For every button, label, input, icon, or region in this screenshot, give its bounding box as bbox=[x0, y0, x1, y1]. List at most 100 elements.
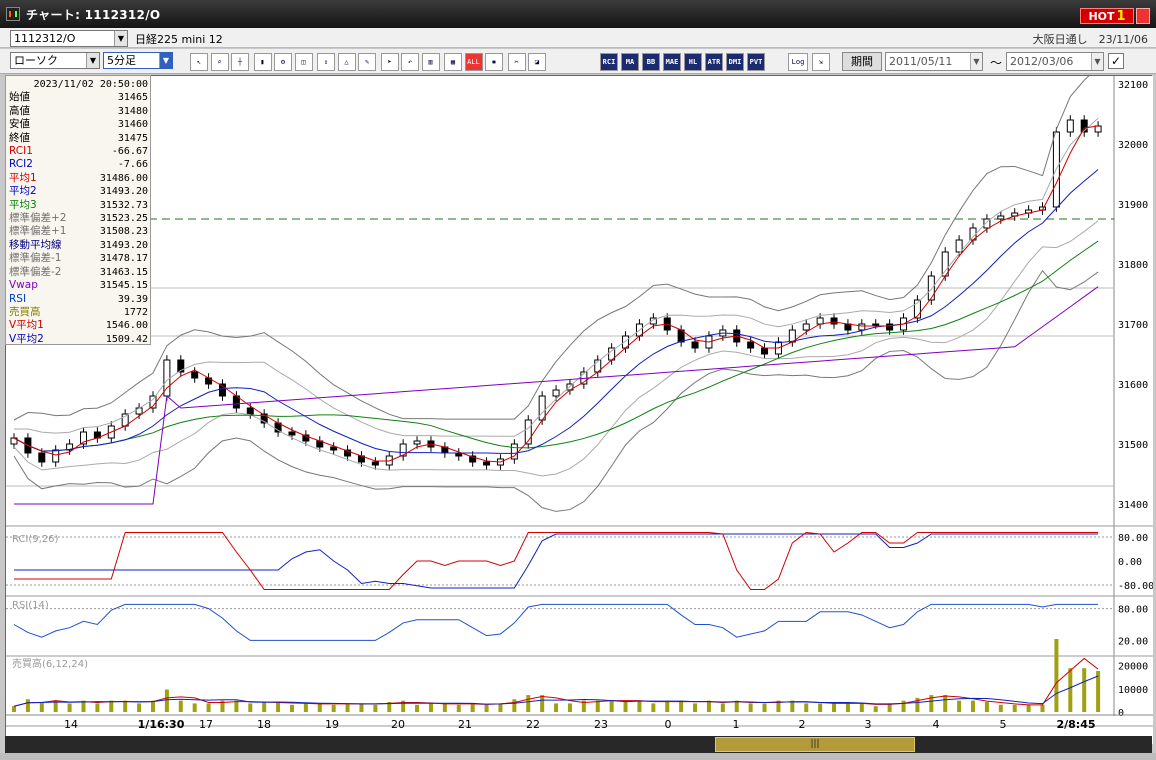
chart-app-icon bbox=[6, 7, 20, 21]
volume-bar bbox=[25, 699, 30, 712]
horizontal-scrollbar[interactable]: ||| bbox=[5, 736, 1152, 753]
info-value: 31486.00 bbox=[99, 172, 148, 184]
indicator-button-mae[interactable]: MAE bbox=[663, 53, 681, 71]
cursor-icon[interactable]: ➤ bbox=[380, 53, 399, 71]
info-value: 31523.25 bbox=[99, 213, 148, 225]
candle-body bbox=[691, 341, 699, 349]
volume-bar bbox=[345, 703, 350, 712]
candle-settings-icon[interactable]: ▮ bbox=[253, 53, 272, 71]
price-tick-label: 31800 bbox=[1118, 260, 1148, 271]
indicator-button-dmi[interactable]: DMI bbox=[726, 53, 744, 71]
symbol-input[interactable]: 1112312/O ▼ bbox=[10, 30, 128, 47]
info-value: 31475 bbox=[117, 132, 148, 144]
hot-badge[interactable]: HOT 1 bbox=[1080, 8, 1134, 24]
candle-body bbox=[552, 389, 560, 397]
rsi-label: RSI(14) bbox=[12, 600, 49, 611]
chart2-icon[interactable]: ▦ bbox=[444, 53, 462, 71]
volume-bar bbox=[276, 702, 281, 712]
volume-bar bbox=[262, 702, 267, 712]
bar-icon[interactable]: ▥ bbox=[421, 53, 440, 71]
undo-icon[interactable]: ↶ bbox=[401, 53, 419, 71]
pointer-icon[interactable]: ↖ bbox=[190, 53, 208, 71]
chart-view-icon[interactable]: ◫ bbox=[294, 53, 313, 71]
rsi-tick-label: 80.00 bbox=[1118, 605, 1148, 616]
pen-icon[interactable]: ✎ bbox=[358, 53, 376, 71]
info-value: -7.66 bbox=[117, 159, 148, 171]
volume-bar bbox=[748, 703, 753, 712]
volume-bar bbox=[123, 700, 128, 712]
timeframe-select[interactable]: 5分足 ▼ bbox=[103, 52, 173, 69]
price-tick-label: 31400 bbox=[1118, 500, 1148, 511]
info-label: 標準偏差-1 bbox=[9, 252, 62, 265]
config-icon[interactable]: ⚙ bbox=[274, 53, 292, 71]
info-row: 安値 31460 bbox=[9, 118, 148, 131]
info-value: 1546.00 bbox=[105, 320, 148, 332]
indicator-button-atr[interactable]: ATR bbox=[705, 53, 723, 71]
date-to-field[interactable]: 2012/03/06 ▼ bbox=[1006, 52, 1104, 71]
volume-bar bbox=[804, 703, 809, 712]
rci-label: RCI(9,26) bbox=[12, 534, 59, 545]
volume-bar bbox=[415, 704, 420, 712]
hide-icon[interactable]: △ bbox=[337, 53, 356, 71]
info-value: 31493.20 bbox=[99, 186, 148, 198]
volume-bar bbox=[1012, 704, 1017, 712]
timeframe-value: 5分足 bbox=[107, 54, 136, 67]
chevron-down-icon[interactable]: ▼ bbox=[159, 53, 172, 68]
info-label: 高値 bbox=[9, 104, 30, 117]
scrollbar-thumb[interactable]: ||| bbox=[715, 737, 915, 752]
chevron-down-icon[interactable]: ▼ bbox=[86, 53, 99, 68]
log-scale-button[interactable]: Log bbox=[788, 53, 808, 71]
candle-body bbox=[413, 440, 421, 445]
indicator-button-hl[interactable]: HL bbox=[684, 53, 702, 71]
date-from-field[interactable]: 2011/05/11 ▼ bbox=[885, 52, 983, 71]
chevron-down-icon[interactable]: ▼ bbox=[1091, 53, 1103, 70]
apply-checkbox[interactable]: ✓ bbox=[1108, 53, 1124, 69]
volume-bar bbox=[720, 703, 725, 712]
candle-body bbox=[844, 323, 852, 331]
volume-bar bbox=[484, 704, 489, 712]
candle-body bbox=[246, 407, 254, 415]
indicator-button-ma[interactable]: MA bbox=[621, 53, 639, 71]
x-tick-label: 5 bbox=[1000, 718, 1007, 731]
indicator-button-pvt[interactable]: PVT bbox=[747, 53, 765, 71]
color-icon[interactable]: ◪ bbox=[528, 53, 546, 71]
volume-bar bbox=[12, 706, 16, 712]
info-value: 39.39 bbox=[117, 293, 148, 305]
volume-bar bbox=[289, 704, 294, 712]
volume-bar bbox=[331, 704, 336, 712]
info-label: Vwap bbox=[9, 279, 38, 292]
rci-tick-label: 80.00 bbox=[1118, 533, 1148, 544]
volume-bar bbox=[67, 703, 72, 712]
close-button[interactable] bbox=[1136, 8, 1150, 24]
info-panel: 2023/11/02 20:50:00 始値 31465 高値 31480 安値 3146… bbox=[5, 75, 151, 345]
all-icon[interactable]: ALL bbox=[464, 53, 483, 71]
chart-area[interactable]: 32100 32000 31900 31800 31700 31600 31500 31400… bbox=[5, 75, 1153, 744]
chart-type-select[interactable]: ローソク ▼ bbox=[10, 52, 100, 69]
x-tick-label: 0 bbox=[665, 718, 672, 731]
price-chart[interactable]: 3210032000319003180031700316003150031400… bbox=[6, 76, 1153, 744]
chevron-down-icon[interactable]: ▼ bbox=[114, 31, 127, 46]
window-title: チャート: 1112312/O bbox=[26, 7, 161, 22]
export-icon[interactable]: ⇲ bbox=[812, 53, 830, 71]
tools-icon[interactable]: ✂ bbox=[507, 53, 526, 71]
split-icon[interactable]: ⇕ bbox=[317, 53, 335, 71]
zoom-icon[interactable]: ⌕ bbox=[210, 53, 229, 71]
rci-tick-label: -80.00 bbox=[1118, 581, 1153, 592]
info-label: 標準偏差+1 bbox=[9, 225, 67, 238]
volume-bar bbox=[734, 700, 739, 712]
crosshair-icon[interactable]: ┼ bbox=[231, 53, 249, 71]
volume-bar bbox=[456, 704, 461, 712]
chart-type-value: ローソク bbox=[14, 54, 58, 67]
info-value: 31480 bbox=[117, 105, 148, 117]
info-label: 平均2 bbox=[9, 185, 37, 198]
volume-bar bbox=[693, 703, 698, 712]
price-tick-label: 31900 bbox=[1118, 200, 1148, 211]
chevron-down-icon[interactable]: ▼ bbox=[970, 53, 982, 70]
candle-body bbox=[1066, 119, 1074, 133]
volume-bar bbox=[845, 703, 850, 712]
gear-icon[interactable]: ✱ bbox=[485, 53, 503, 71]
indicator-button-bb[interactable]: BB bbox=[642, 53, 660, 71]
period-button[interactable]: 期間 bbox=[842, 52, 882, 71]
info-value: 31545.15 bbox=[99, 280, 148, 292]
indicator-button-rci[interactable]: RCI bbox=[600, 53, 618, 71]
